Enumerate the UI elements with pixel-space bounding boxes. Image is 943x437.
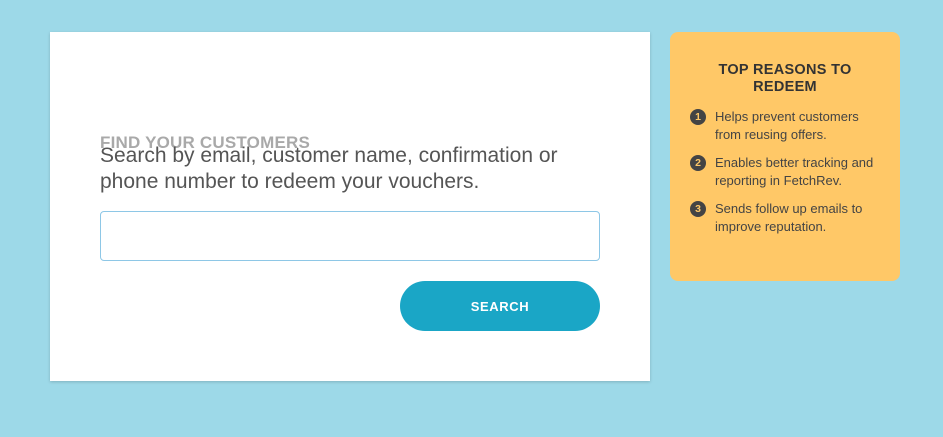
number-badge-icon: 3 — [690, 201, 706, 217]
reasons-list: 1 Helps prevent customers from reusing o… — [690, 108, 880, 236]
reason-text: Enables better tracking and reporting in… — [715, 155, 874, 188]
reasons-title: TOP REASONS TO REDEEM — [718, 62, 852, 95]
search-button[interactable]: SEARCH — [400, 281, 600, 331]
reason-text: Sends follow up emails to improve reputa… — [715, 201, 863, 234]
list-item: 3 Sends follow up emails to improve repu… — [690, 200, 880, 236]
reason-text: Helps prevent customers from reusing off… — [715, 109, 859, 142]
search-card: FIND YOUR CUSTOMERS Search by email, cus… — [50, 32, 650, 381]
number-badge-icon: 2 — [690, 155, 706, 171]
search-description: Search by email, customer name, confirma… — [100, 144, 558, 193]
reasons-panel: TOP REASONS TO REDEEM 1 Helps prevent cu… — [670, 32, 900, 281]
list-item: 1 Helps prevent customers from reusing o… — [690, 108, 880, 144]
customer-search-input[interactable] — [100, 211, 600, 261]
list-item: 2 Enables better tracking and reporting … — [690, 154, 880, 190]
number-badge-icon: 1 — [690, 109, 706, 125]
